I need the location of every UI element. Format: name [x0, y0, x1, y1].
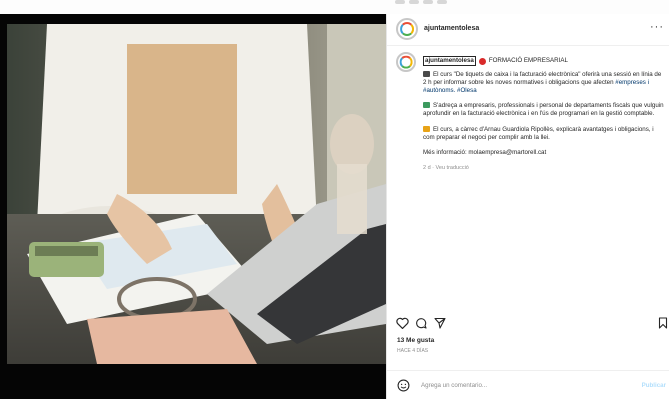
- post-side-panel: ajuntamentolesa ··· ajuntamentolesa FORM…: [386, 14, 669, 399]
- caption-paragraph-4: Més informació: molaempresa@martorell.ca…: [423, 148, 547, 156]
- red-circle-icon: [478, 57, 486, 65]
- comment-icon[interactable]: [415, 317, 427, 329]
- caption-paragraph-3: El curs, a càrrec d'Arnau Guardiola Ripo…: [423, 125, 666, 142]
- publish-button[interactable]: Publicar: [642, 382, 666, 389]
- browser-top-strip: [0, 0, 669, 14]
- likes-count[interactable]: 13 Me gusta: [397, 337, 434, 344]
- post-time-ago: Hace 4 días: [397, 348, 429, 354]
- share-icon[interactable]: [434, 317, 446, 329]
- caption-paragraph-1: El curs "De tiquets de caixa i la factur…: [423, 71, 666, 95]
- caption-p3-text: El curs, a càrrec d'Arnau Guardiola Ripo…: [423, 125, 654, 141]
- folder-icon: [423, 125, 430, 132]
- top-strip-decoration: [395, 0, 515, 6]
- caption-meta[interactable]: 2 d · Veu traducció: [423, 164, 666, 172]
- post-caption: ajuntamentolesa FORMACIÓ EMPRESARIAL El …: [423, 56, 666, 172]
- caption-paragraph-2: S'adreça a empresaris, professionals i p…: [423, 102, 666, 118]
- caption-category: FORMACIÓ EMPRESARIAL: [488, 57, 568, 64]
- more-icon[interactable]: ···: [650, 21, 664, 33]
- caption-username[interactable]: ajuntamentolesa: [423, 56, 476, 67]
- post-media: [0, 14, 386, 399]
- checklist-icon: [423, 102, 430, 109]
- comment-bar: Agrega un comentario... Publicar: [387, 370, 669, 399]
- post-actions: [396, 317, 668, 331]
- laptop-icon: [423, 71, 430, 78]
- bookmark-icon[interactable]: [658, 317, 668, 329]
- caption-avatar[interactable]: [396, 52, 416, 72]
- header-username[interactable]: ajuntamentolesa: [424, 25, 479, 32]
- post-photo[interactable]: [7, 24, 386, 364]
- heart-icon[interactable]: [396, 317, 409, 329]
- emoji-icon[interactable]: [397, 379, 410, 392]
- avatar[interactable]: [396, 18, 418, 40]
- caption-p2-text: S'adreça a empresaris, professionals i p…: [423, 102, 664, 118]
- post-header: ajuntamentolesa ···: [387, 14, 669, 46]
- caption-header: ajuntamentolesa FORMACIÓ EMPRESARIAL: [423, 56, 666, 67]
- comment-input[interactable]: Agrega un comentario...: [421, 382, 487, 389]
- office-desk-photo: [7, 24, 386, 364]
